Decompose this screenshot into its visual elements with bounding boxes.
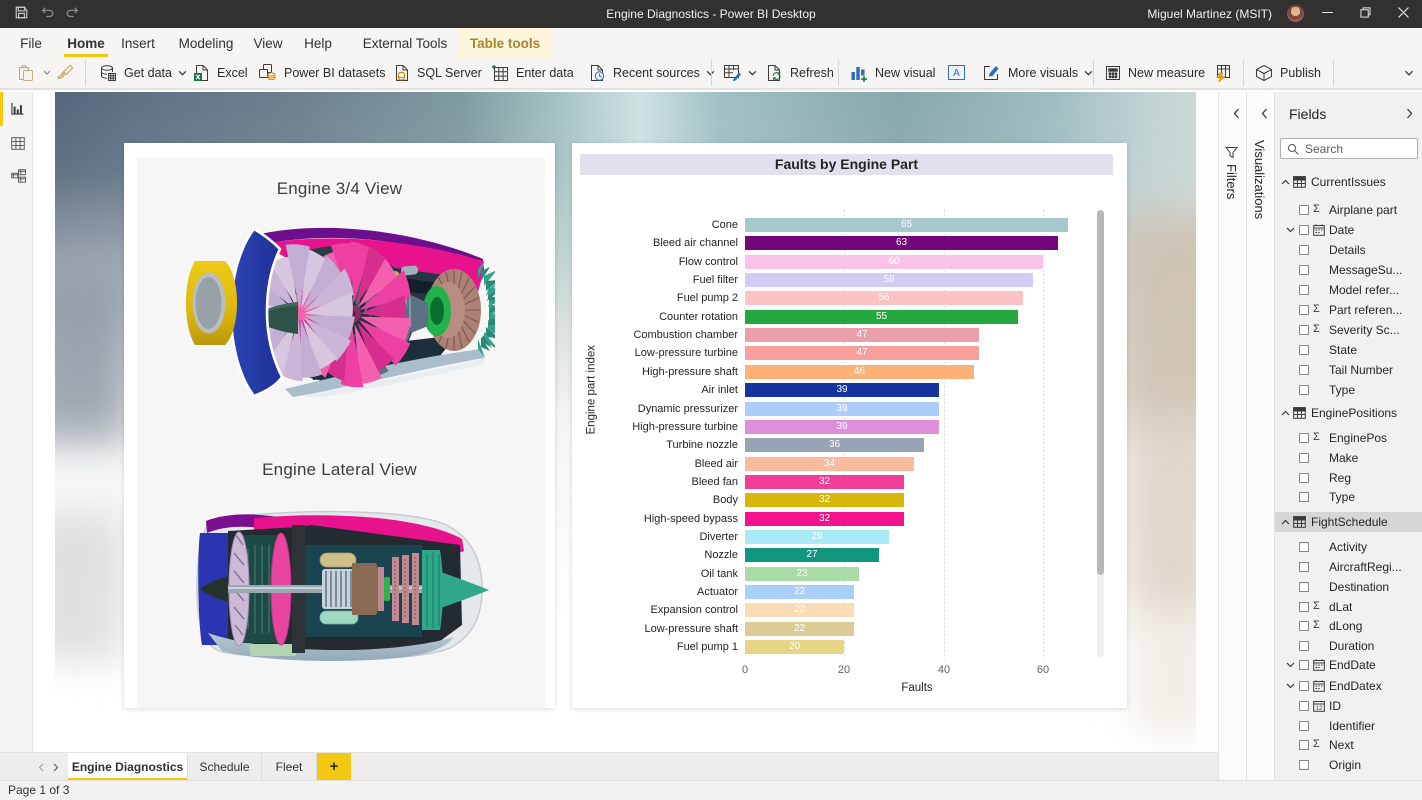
svg-text:12: 12 bbox=[1316, 706, 1323, 712]
svg-text:A: A bbox=[953, 68, 960, 79]
